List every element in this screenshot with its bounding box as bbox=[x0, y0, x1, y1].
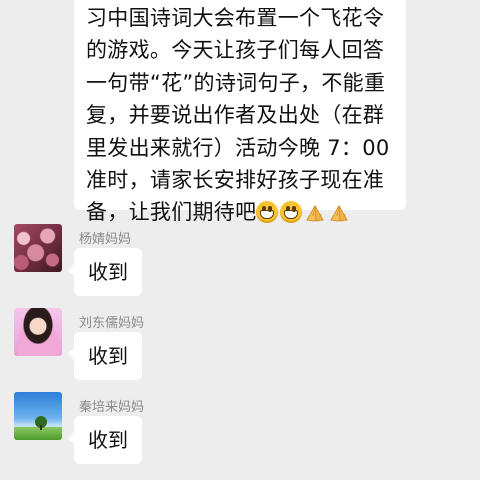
sender-name: 刘东儒妈妈 bbox=[79, 316, 145, 331]
message-bubble[interactable]: 收到 bbox=[68, 416, 142, 464]
message-bubble[interactable]: 习中国诗词大会布置一个飞花令的游戏。今天让孩子们每人回答一句带“花”的诗词句子，… bbox=[74, 0, 406, 224]
sender-name: 秦培来妈妈 bbox=[79, 400, 145, 415]
avatar[interactable] bbox=[14, 392, 62, 440]
sender-name: 杨婧妈妈 bbox=[79, 232, 132, 247]
avatar[interactable] bbox=[14, 308, 62, 356]
folded-hands-icon bbox=[304, 201, 326, 223]
avatar[interactable] bbox=[14, 224, 62, 272]
message-text: 习中国诗词大会布置一个飞花令的游戏。今天让孩子们每人回答一句带“花”的诗词句子，… bbox=[86, 6, 397, 225]
folded-hands-icon bbox=[328, 201, 350, 223]
chat-history: 习中国诗词大会布置一个飞花令的游戏。今天让孩子们每人回答一句带“花”的诗词句子，… bbox=[0, 0, 480, 480]
emoji-group bbox=[256, 201, 350, 224]
grinning-face-icon bbox=[256, 201, 279, 224]
message-bubble[interactable]: 收到 bbox=[68, 332, 142, 380]
grinning-face-icon bbox=[280, 201, 303, 224]
message-bubble[interactable]: 收到 bbox=[68, 248, 142, 296]
